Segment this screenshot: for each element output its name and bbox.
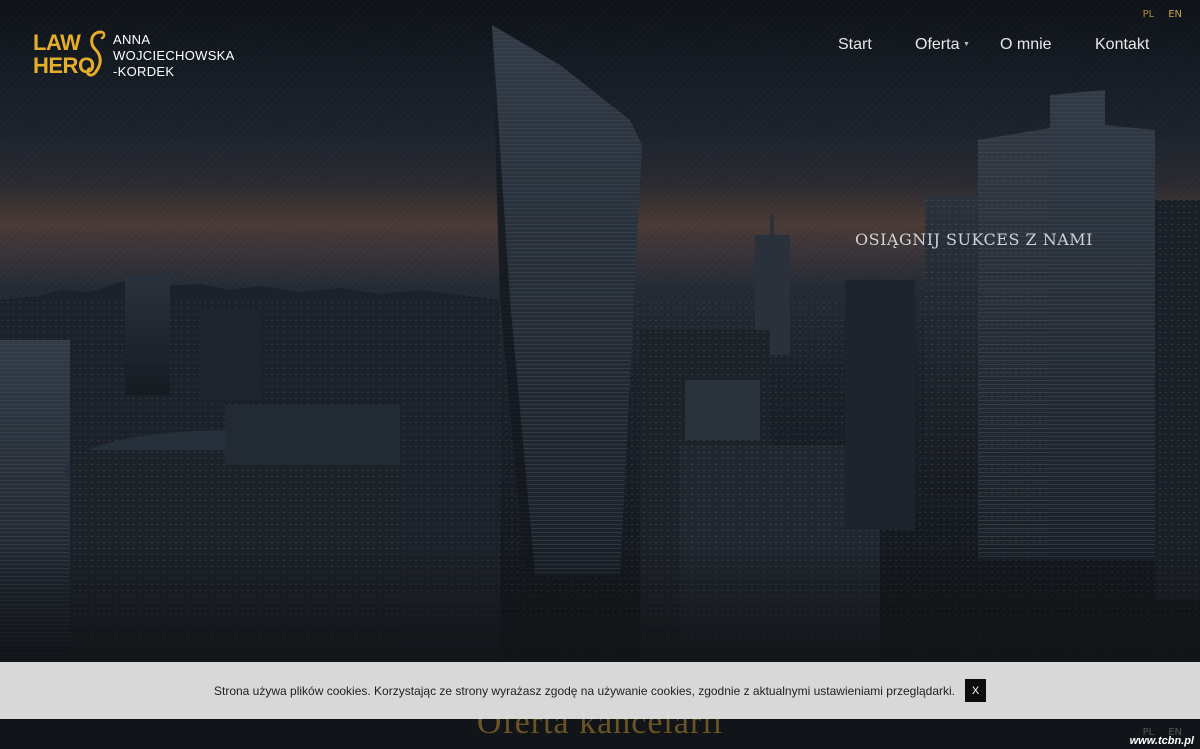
- lang-pl-link[interactable]: PL: [1143, 9, 1155, 20]
- hero-banner: [0, 0, 1200, 662]
- main-nav: Start Oferta ▼ O mnie Kontakt: [838, 36, 1149, 54]
- logo-name-line: -KORDEK: [113, 64, 175, 79]
- language-switcher: PL EN: [1143, 9, 1182, 20]
- law-hero-logo-mark: LAW HERO: [33, 29, 107, 81]
- logo-mark-top: LAW: [33, 30, 81, 55]
- logo-swirl-icon: [86, 30, 106, 77]
- logo-name-line: WOJCIECHOWSKA: [113, 48, 235, 63]
- cookie-banner: Strona używa plików cookies. Korzystając…: [0, 662, 1200, 719]
- hero-fade-overlay: [0, 542, 1200, 662]
- nav-item-kontakt[interactable]: Kontakt: [1095, 36, 1149, 54]
- watermark: www.tcbn.pl: [1129, 735, 1194, 747]
- chevron-down-icon: ▼: [963, 41, 970, 48]
- nav-item-start[interactable]: Start: [838, 36, 915, 54]
- nav-item-label: Oferta: [915, 36, 960, 53]
- site-logo[interactable]: LAW HERO ANNA WOJCIECHOWSKA -KORDEK: [33, 29, 235, 81]
- hero-tagline: OSIĄGNIJ SUKCES Z NAMI: [855, 230, 1093, 249]
- cookie-banner-text: Strona używa plików cookies. Korzystając…: [213, 683, 955, 698]
- lang-en-link[interactable]: EN: [1168, 9, 1182, 20]
- nav-item-o-mnie[interactable]: O mnie: [1000, 36, 1095, 54]
- cookie-close-button[interactable]: X: [965, 679, 986, 702]
- nav-item-oferta[interactable]: Oferta ▼: [915, 36, 1000, 54]
- logo-owner-name: ANNA WOJCIECHOWSKA -KORDEK: [113, 32, 235, 80]
- logo-name-line: ANNA: [113, 32, 151, 47]
